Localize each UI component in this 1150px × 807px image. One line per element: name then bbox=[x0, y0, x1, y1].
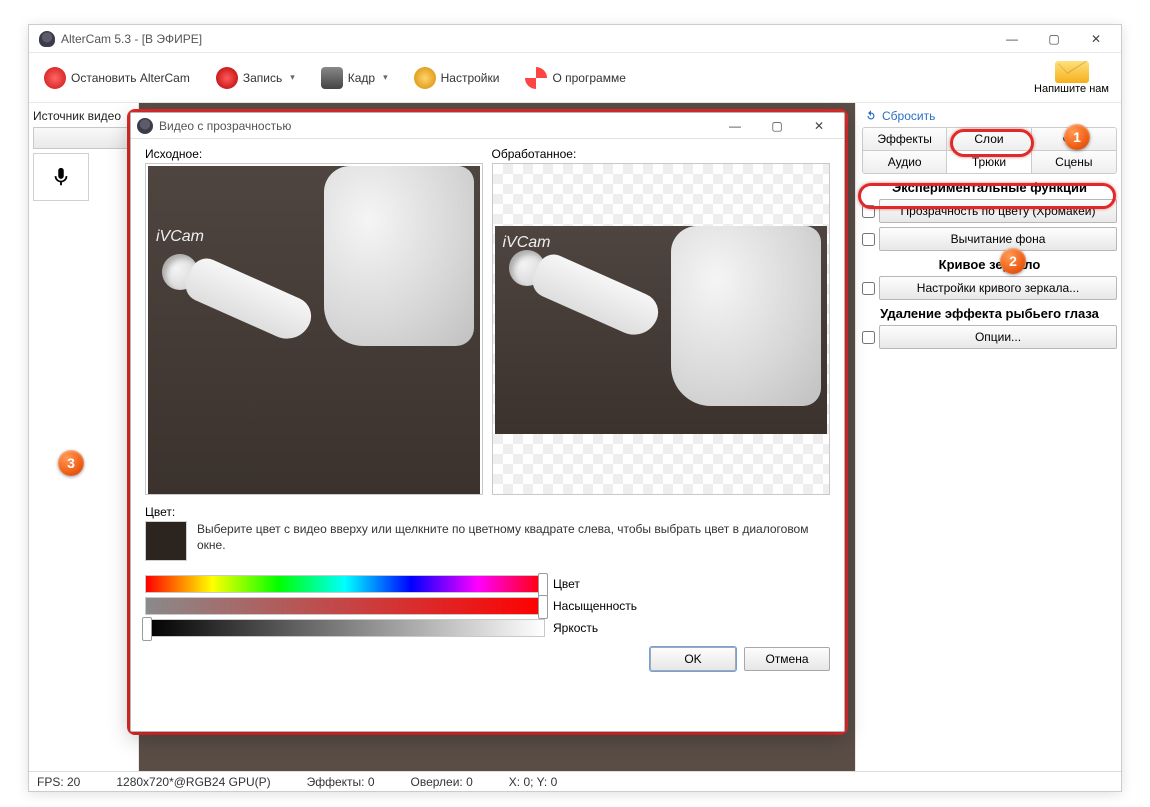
group-fisheye: Удаление эффекта рыбьего глаза bbox=[862, 306, 1117, 321]
source-label: Источник видео bbox=[33, 109, 134, 123]
frame-label: Кадр bbox=[348, 71, 375, 85]
mirror-row: Настройки кривого зеркала... bbox=[862, 276, 1117, 300]
close-button[interactable]: ✕ bbox=[1075, 25, 1117, 53]
cancel-button[interactable]: Отмена bbox=[744, 647, 830, 671]
minimize-button[interactable]: — bbox=[991, 25, 1033, 53]
chromakey-checkbox[interactable] bbox=[862, 205, 875, 218]
stop-icon bbox=[44, 67, 66, 89]
camera-icon bbox=[321, 67, 343, 89]
ivcam-watermark: iVCam bbox=[156, 228, 204, 246]
saturation-label: Насыщенность bbox=[553, 599, 637, 613]
saturation-slider[interactable] bbox=[145, 597, 545, 615]
record-label: Запись bbox=[243, 71, 282, 85]
tab-effects[interactable]: Эффекты bbox=[863, 128, 947, 151]
status-fps: FPS: 20 bbox=[37, 775, 80, 789]
dialog-titlebar: Видео с прозрачностью — ▢ ✕ bbox=[131, 113, 844, 139]
mirror-checkbox[interactable] bbox=[862, 282, 875, 295]
status-effects: Эффекты: 0 bbox=[307, 775, 375, 789]
mail-icon bbox=[1055, 61, 1089, 83]
options-panel: Сбросить Эффекты Слои Фон Аудио Трюки Сц… bbox=[855, 103, 1121, 771]
annotation-badge-3: 3 bbox=[58, 450, 84, 476]
maximize-button[interactable]: ▢ bbox=[1033, 25, 1075, 53]
toolbar: Остановить AlterCam Запись ▾ Кадр ▾ Наст… bbox=[29, 53, 1121, 103]
dialog-title: Видео с прозрачностью bbox=[159, 119, 291, 133]
status-xy: X: 0; Y: 0 bbox=[509, 775, 557, 789]
stop-label: Остановить AlterCam bbox=[71, 71, 190, 85]
bgsub-checkbox[interactable] bbox=[862, 233, 875, 246]
dialog-maximize-button[interactable]: ▢ bbox=[756, 112, 798, 140]
gear-icon bbox=[414, 67, 436, 89]
source-preview[interactable]: iVCam bbox=[145, 163, 483, 495]
about-label: О программе bbox=[552, 71, 625, 85]
app-icon bbox=[137, 118, 153, 134]
status-overlays: Оверлеи: 0 bbox=[411, 775, 473, 789]
group-mirror: Кривое зеркало bbox=[862, 257, 1117, 272]
processed-preview[interactable]: iVCam bbox=[492, 163, 830, 495]
hue-label: Цвет bbox=[553, 577, 580, 591]
chevron-down-icon: ▾ bbox=[383, 72, 388, 83]
ok-button[interactable]: OK bbox=[650, 647, 736, 671]
lifebuoy-icon bbox=[525, 67, 547, 89]
reset-icon bbox=[864, 109, 878, 123]
stop-button[interactable]: Остановить AlterCam bbox=[35, 62, 199, 94]
annotation-badge-2: 2 bbox=[1000, 248, 1026, 274]
source-label: Исходное: bbox=[145, 147, 484, 161]
bgsub-button[interactable]: Вычитание фона bbox=[879, 227, 1117, 251]
chevron-down-icon: ▾ bbox=[290, 72, 295, 83]
color-swatch[interactable] bbox=[145, 521, 187, 561]
source-dropdown[interactable] bbox=[33, 127, 134, 149]
mirror-button[interactable]: Настройки кривого зеркала... bbox=[879, 276, 1117, 300]
color-hint: Выберите цвет с видео вверху или щелкнит… bbox=[197, 521, 830, 553]
hue-slider[interactable] bbox=[145, 575, 545, 593]
brightness-label: Яркость bbox=[553, 621, 598, 635]
chromakey-row: Прозрачность по цвету (Хромакей) bbox=[862, 199, 1117, 223]
tab-layers[interactable]: Слои bbox=[947, 128, 1031, 151]
annotation-badge-1: 1 bbox=[1064, 124, 1090, 150]
record-button[interactable]: Запись ▾ bbox=[207, 62, 304, 94]
mail-label: Напишите нам bbox=[1034, 83, 1109, 95]
tab-tricks[interactable]: Трюки bbox=[947, 151, 1031, 173]
chromakey-button[interactable]: Прозрачность по цвету (Хромакей) bbox=[879, 199, 1117, 223]
fisheye-row: Опции... bbox=[862, 325, 1117, 349]
mic-icon bbox=[50, 166, 72, 188]
source-panel: Источник видео bbox=[29, 103, 139, 771]
status-mode: 1280x720*@RGB24 GPU(P) bbox=[116, 775, 270, 789]
settings-button[interactable]: Настройки bbox=[405, 62, 509, 94]
about-button[interactable]: О программе bbox=[516, 62, 634, 94]
app-icon bbox=[39, 31, 55, 47]
brightness-slider[interactable] bbox=[145, 619, 545, 637]
mail-button[interactable]: Напишите нам bbox=[1028, 59, 1115, 97]
transparency-dialog: Видео с прозрачностью — ▢ ✕ Исходное: iV… bbox=[130, 112, 845, 732]
dialog-close-button[interactable]: ✕ bbox=[798, 112, 840, 140]
reset-link[interactable]: Сбросить bbox=[864, 109, 1117, 123]
mic-button[interactable] bbox=[33, 153, 89, 201]
status-bar: FPS: 20 1280x720*@RGB24 GPU(P) Эффекты: … bbox=[29, 771, 1121, 791]
fisheye-checkbox[interactable] bbox=[862, 331, 875, 344]
settings-label: Настройки bbox=[441, 71, 500, 85]
tab-audio[interactable]: Аудио bbox=[863, 151, 947, 173]
frame-button[interactable]: Кадр ▾ bbox=[312, 62, 397, 94]
fisheye-button[interactable]: Опции... bbox=[879, 325, 1117, 349]
color-label: Цвет: bbox=[145, 505, 830, 519]
processed-label: Обработанное: bbox=[492, 147, 831, 161]
tab-scenes[interactable]: Сцены bbox=[1032, 151, 1116, 173]
group-experimental: Экспериментальные функции bbox=[862, 180, 1117, 195]
bgsub-row: Вычитание фона bbox=[862, 227, 1117, 251]
record-icon bbox=[216, 67, 238, 89]
dialog-minimize-button[interactable]: — bbox=[714, 112, 756, 140]
window-title: AlterCam 5.3 - [В ЭФИРЕ] bbox=[61, 32, 202, 46]
titlebar: AlterCam 5.3 - [В ЭФИРЕ] — ▢ ✕ bbox=[29, 25, 1121, 53]
